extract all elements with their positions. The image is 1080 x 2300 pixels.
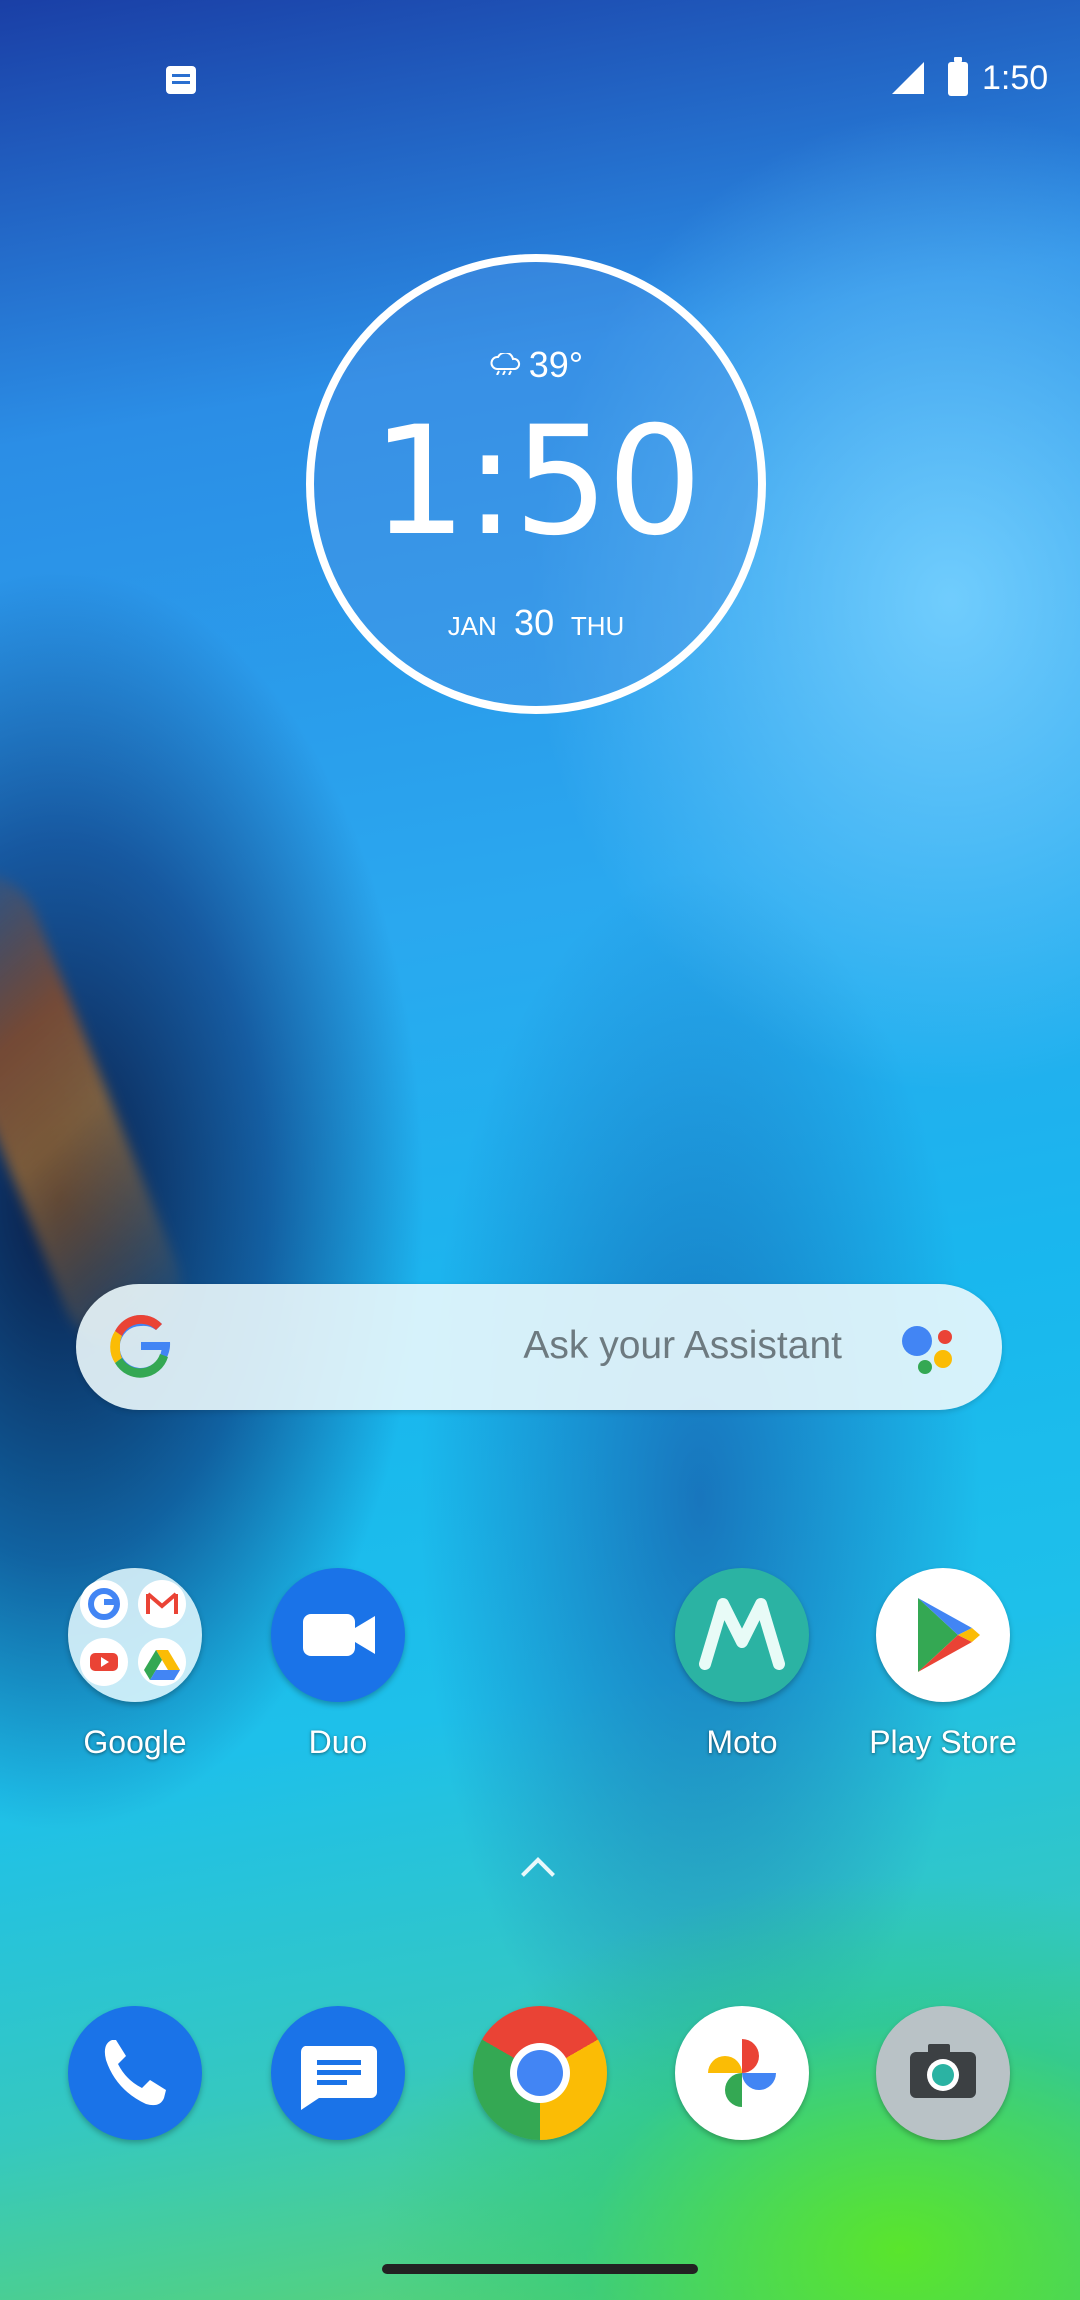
app-label-duo: Duo <box>308 1724 368 1760</box>
search-placeholder[interactable]: Ask your Assistant <box>523 1324 842 1368</box>
google-folder-icon <box>68 1568 202 1702</box>
play-store-app[interactable]: Play Store <box>853 1568 1033 1761</box>
gesture-nav-handle[interactable] <box>382 2264 698 2274</box>
dock-photos[interactable] <box>652 2006 832 2140</box>
app-label-play-store: Play Store <box>869 1724 1017 1760</box>
google-assistant-icon[interactable] <box>900 1320 960 1380</box>
weather-row: 39° <box>314 344 758 386</box>
dock-chrome[interactable] <box>450 2006 630 2140</box>
chrome-icon <box>473 2006 607 2140</box>
status-time: 1:50 <box>982 59 1049 97</box>
rain-cloud-icon <box>490 353 520 375</box>
youtube-mini-icon <box>80 1638 128 1686</box>
duo-video-icon <box>271 1568 405 1702</box>
app-label-google: Google <box>83 1724 187 1760</box>
clock-date: JAN 30 THU <box>314 602 758 644</box>
moto-app[interactable]: Moto <box>652 1568 832 1761</box>
duo-app[interactable]: Duo <box>248 1568 428 1761</box>
photos-pinwheel-icon <box>675 2006 809 2140</box>
google-search-mini-icon <box>80 1580 128 1628</box>
dock-phone[interactable] <box>45 2006 225 2140</box>
date-month: JAN <box>447 611 497 641</box>
clock-weather-widget[interactable]: 39° 1:50 JAN 30 THU <box>306 254 766 714</box>
date-weekday: THU <box>570 611 625 641</box>
battery-icon <box>948 57 968 96</box>
temperature: 39° <box>528 344 584 385</box>
cell-signal-icon <box>892 62 924 94</box>
clock-time: 1:50 <box>371 395 703 569</box>
date-day: 30 <box>514 602 555 643</box>
status-bar: 1:50 <box>0 0 1080 160</box>
motorola-icon <box>675 1568 809 1702</box>
assistant-search-bar[interactable]: Ask your Assistant <box>76 1284 1002 1410</box>
drive-mini-icon <box>138 1638 186 1686</box>
camera-icon <box>876 2006 1010 2140</box>
app-label-moto: Moto <box>706 1724 778 1760</box>
google-g-icon[interactable] <box>108 1314 174 1380</box>
gmail-mini-icon <box>138 1580 186 1628</box>
app-drawer-chevron-up-icon[interactable] <box>521 1857 555 1891</box>
messages-icon <box>271 2006 405 2140</box>
messages-notification-icon <box>166 66 196 94</box>
google-folder[interactable]: Google <box>45 1568 225 1761</box>
dock-camera[interactable] <box>853 2006 1033 2140</box>
dock-messages[interactable] <box>248 2006 428 2140</box>
phone-icon <box>68 2006 202 2140</box>
play-store-icon <box>876 1568 1010 1702</box>
